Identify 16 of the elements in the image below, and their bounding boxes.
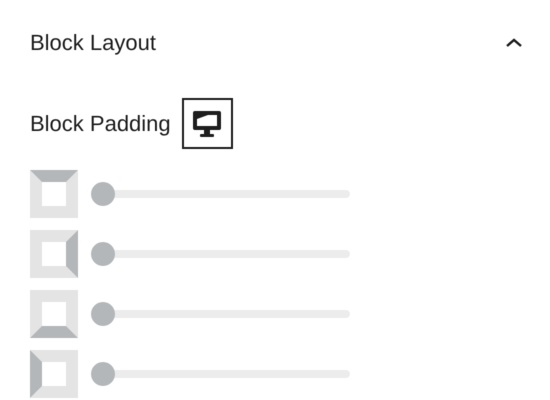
field-label: Block Padding [30, 110, 171, 136]
slider[interactable] [91, 302, 350, 326]
slider-thumb[interactable] [91, 362, 115, 386]
slider[interactable] [91, 182, 350, 206]
slider[interactable] [91, 242, 350, 266]
monitor-icon [192, 108, 222, 138]
slider-thumb[interactable] [91, 182, 115, 206]
slider-thumb[interactable] [91, 242, 115, 266]
padding-side-icon [30, 230, 78, 278]
device-button[interactable] [182, 98, 233, 149]
padding-side-icon [30, 350, 78, 398]
padding-side-icon [30, 290, 78, 338]
section-title: Block Layout [30, 30, 156, 56]
padding-side-icon [30, 170, 78, 218]
slider[interactable] [91, 362, 350, 386]
slider-thumb[interactable] [91, 302, 115, 326]
